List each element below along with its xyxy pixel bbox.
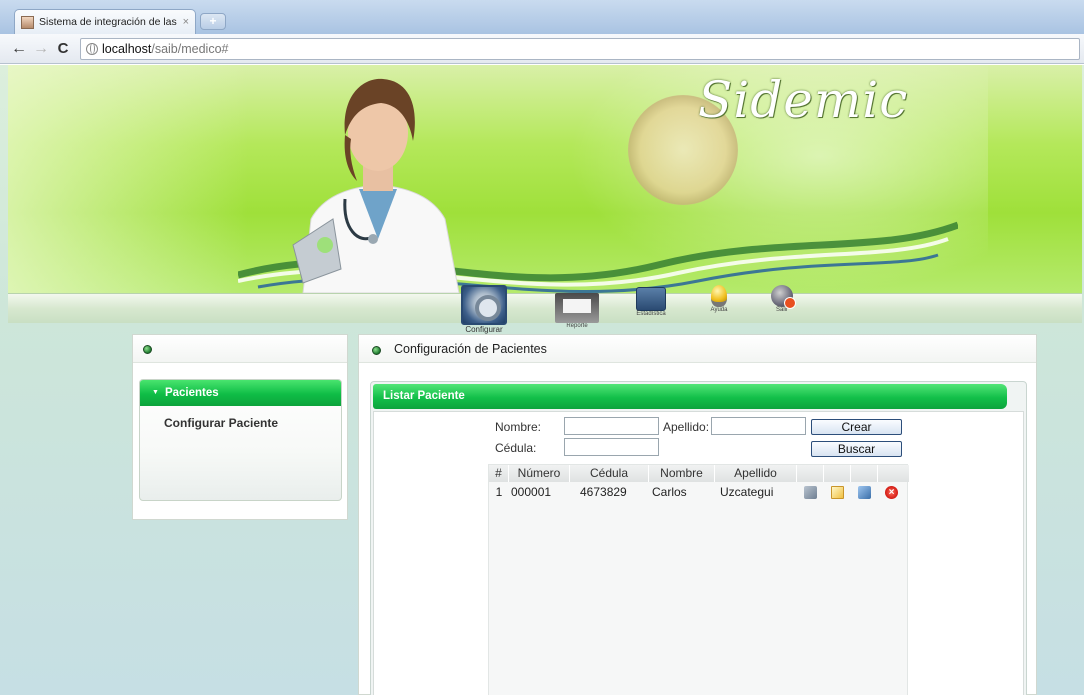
main-panel-header: Configuración de Pacientes <box>359 335 1036 363</box>
sidebar-accordion: ▼ Pacientes Configurar Paciente <box>139 379 342 501</box>
listar-paciente-body: Nombre: Apellido: Crear Cédula: Buscar #… <box>373 411 1024 695</box>
menu-label-estadistica: Estadística <box>636 311 666 317</box>
new-tab-button[interactable]: + <box>200 13 226 30</box>
page-content: Sidemic Configurar Reporte Estadística A… <box>0 65 1084 695</box>
gear-config-icon <box>461 285 507 325</box>
logout-icon <box>771 285 796 309</box>
column-header-apellido[interactable]: Apellido <box>715 465 797 482</box>
listar-paciente-panel: Listar Paciente Nombre: Apellido: Crear … <box>370 381 1027 695</box>
forward-arrow-icon[interactable]: → <box>30 40 52 58</box>
menu-item-ayuda[interactable]: Ayuda <box>699 285 739 313</box>
favicon-icon <box>21 15 34 29</box>
apellido-label: Apellido: <box>663 420 710 434</box>
nombre-label: Nombre: <box>495 420 542 434</box>
browser-toolbar: ← → C localhost/saib/medico# <box>0 34 1084 64</box>
menu-label-reporte: Reporte <box>566 323 588 329</box>
column-header-action-3 <box>851 465 878 482</box>
cell-cedula: 4673829 <box>580 485 627 499</box>
cell-apellido: Uzcategui <box>720 485 774 499</box>
apellido-input[interactable] <box>711 417 806 435</box>
accordion-title: Pacientes <box>164 387 219 399</box>
doctor-image <box>292 78 460 293</box>
menu-item-salir[interactable]: Salir <box>764 285 800 313</box>
column-header-nombre[interactable]: Nombre <box>649 465 715 482</box>
menu-label-configurar: Configurar <box>465 325 503 334</box>
chevron-down-icon: ▼ <box>152 389 159 396</box>
accordion-header-pacientes[interactable]: ▼ Pacientes <box>140 380 341 406</box>
tab-title: Sistema de integración de las e <box>39 16 179 28</box>
column-header-action-1 <box>797 465 824 482</box>
main-panel: Configuración de Pacientes Listar Pacien… <box>358 334 1037 695</box>
menu-item-configurar[interactable]: Configurar <box>456 285 512 334</box>
statistics-icon <box>636 287 666 311</box>
cedula-input[interactable] <box>564 438 659 456</box>
page-title: Configuración de Pacientes <box>394 342 547 356</box>
back-arrow-icon[interactable]: ← <box>8 40 30 58</box>
url-path: /saib/medico# <box>151 41 229 56</box>
address-bar[interactable]: localhost/saib/medico# <box>80 37 1080 60</box>
globe-icon <box>86 42 98 55</box>
cell-numero: 000001 <box>511 485 552 499</box>
reload-icon[interactable]: C <box>52 40 74 57</box>
menu-label-ayuda: Ayuda <box>710 307 728 313</box>
sidebar-item-configurar-paciente[interactable]: Configurar Paciente <box>140 406 341 430</box>
sidebar-panel-header <box>133 335 347 363</box>
cedula-label: Cédula: <box>495 441 537 455</box>
listar-paciente-header: Listar Paciente <box>373 384 1007 409</box>
cell-nombre: Carlos <box>652 485 687 499</box>
column-header-numero[interactable]: Número <box>509 465 570 482</box>
column-header-cedula[interactable]: Cédula <box>570 465 649 482</box>
green-bullet-icon <box>143 345 152 354</box>
header-banner: Sidemic <box>8 65 1082 293</box>
lightbulb-help-icon <box>711 285 727 307</box>
browser-tab[interactable]: Sistema de integración de las e × <box>14 9 196 34</box>
url-host: localhost <box>102 41 152 56</box>
history-icon[interactable] <box>858 485 871 499</box>
banner-fade <box>8 65 248 293</box>
crear-button[interactable]: Crear <box>811 419 902 435</box>
menu-item-estadistica[interactable]: Estadística <box>631 287 671 317</box>
table-row[interactable]: 1 000001 4673829 Carlos Uzcategui × <box>489 483 909 501</box>
delete-icon[interactable]: × <box>885 485 898 499</box>
browser-tab-strip: Sistema de integración de las e × + <box>0 0 1084 34</box>
column-header-index: # <box>489 465 509 482</box>
sidemic-logo: Sidemic <box>698 71 909 129</box>
column-header-action-2 <box>824 465 851 482</box>
sidebar-panel: ▼ Pacientes Configurar Paciente <box>132 334 348 520</box>
view-icon[interactable] <box>804 485 817 499</box>
nombre-input[interactable] <box>564 417 659 435</box>
menu-item-reporte[interactable]: Reporte <box>552 287 602 329</box>
edit-pencil-icon[interactable] <box>831 485 844 499</box>
cell-index: 1 <box>495 485 503 499</box>
tab-close-icon[interactable]: × <box>183 16 189 28</box>
buscar-button[interactable]: Buscar <box>811 441 902 457</box>
menu-label-salir: Salir <box>775 307 788 313</box>
report-printer-icon <box>555 293 599 323</box>
patients-table: # Número Cédula Nombre Apellido 1 000001… <box>488 464 909 695</box>
table-header: # Número Cédula Nombre Apellido <box>489 465 909 482</box>
column-header-action-4 <box>878 465 909 482</box>
green-bullet-icon <box>372 346 381 355</box>
main-menubar <box>8 293 1082 323</box>
